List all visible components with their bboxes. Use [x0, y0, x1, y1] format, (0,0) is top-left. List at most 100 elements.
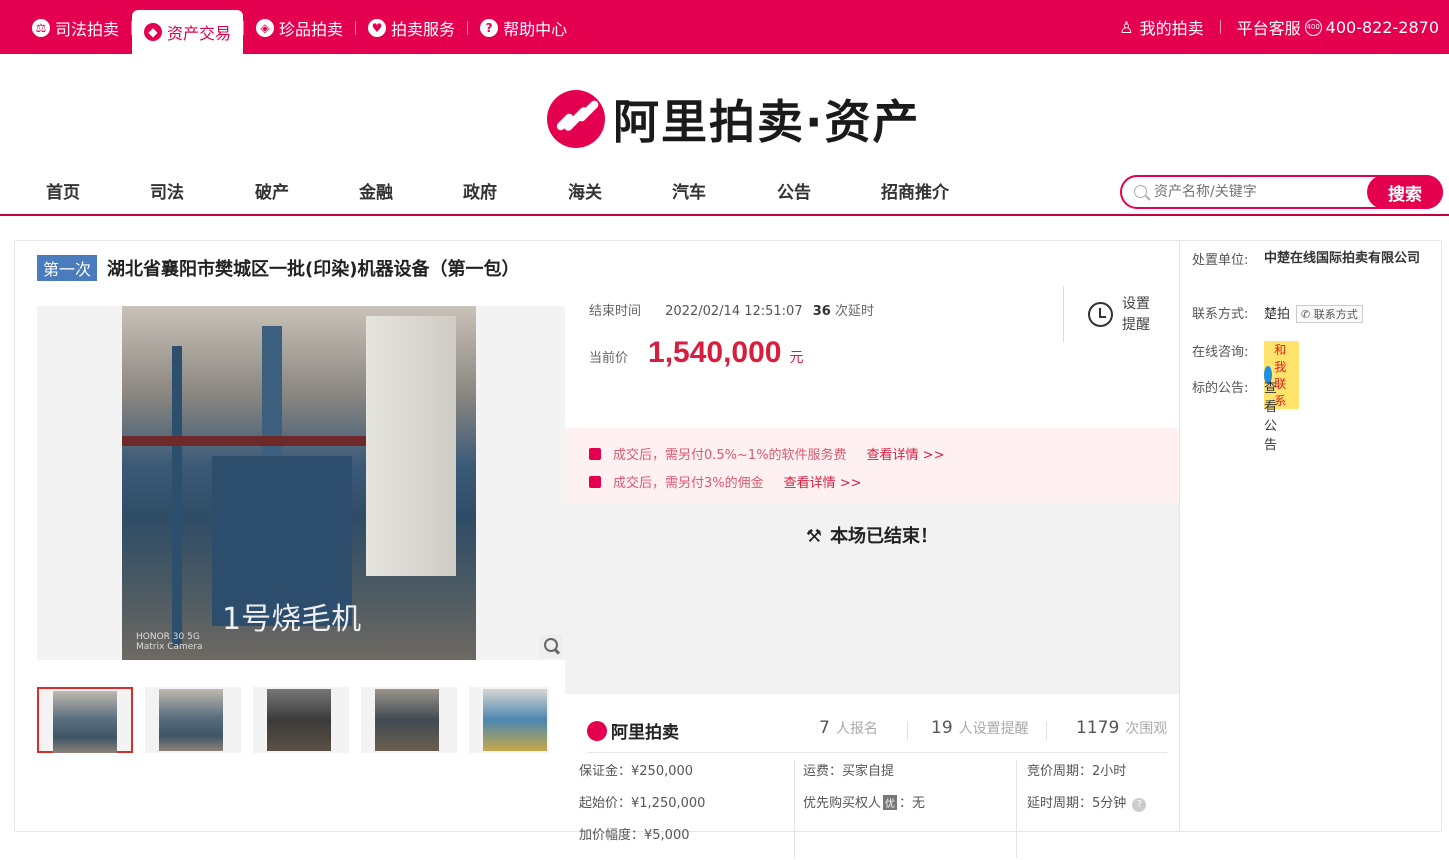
- search-icon: [1134, 185, 1147, 198]
- nav-bankruptcy[interactable]: 破产: [255, 178, 289, 203]
- search-button[interactable]: 搜索: [1367, 175, 1443, 209]
- reminder-label: 人设置提醒: [958, 721, 1029, 737]
- notice-icon: [589, 447, 601, 460]
- topnav-label: 珍品拍卖: [279, 20, 344, 39]
- top-bar: ⚖ 司法拍卖 ◆ 资产交易 ◈ 珍品拍卖 ♥ 拍卖服务 ? 帮助中心 ♙ 我的拍卖 平台客…: [0, 0, 1449, 54]
- thumbnail[interactable]: [145, 687, 241, 753]
- brand-logo: 阿里拍卖: [587, 718, 679, 743]
- service-label[interactable]: 平台客服: [1237, 15, 1301, 39]
- nav-investment[interactable]: 招商推介: [881, 178, 949, 203]
- contact-button[interactable]: ✆ 联系方式: [1296, 305, 1363, 323]
- view-count: 1179 次围观: [1076, 718, 1167, 738]
- divider: [907, 722, 908, 740]
- nav-auto[interactable]: 汽车: [672, 178, 706, 203]
- topnav-label: 帮助中心: [503, 20, 568, 39]
- question-icon: ?: [480, 19, 499, 37]
- topnav-treasure[interactable]: ◈ 珍品拍卖: [244, 10, 355, 46]
- gavel-icon: ⚒: [805, 526, 823, 547]
- thumbnail[interactable]: [37, 687, 133, 753]
- seller-info: 处置单位: 中楚在线国际拍卖有限公司 联系方式: 楚拍 ✆ 联系方式 在线咨询: …: [1179, 241, 1443, 831]
- reminder-label: 设置 提醒: [1122, 294, 1150, 336]
- priority-value: ：无: [899, 796, 926, 811]
- thumbnail[interactable]: [253, 687, 349, 753]
- phone-icon: 400: [1304, 18, 1322, 36]
- fee-line: 成交后，需另付3%的佣金 查看详情 >>: [589, 472, 862, 491]
- topnav-asset[interactable]: ◆ 资产交易: [132, 10, 244, 54]
- divider: [587, 752, 1167, 753]
- ended-message: ⚒ 本场已结束！: [565, 522, 1179, 548]
- thumbnail-strip: [37, 687, 549, 753]
- main-image[interactable]: 1号烧毛机 HONOR 30 5G Matrix Camera: [37, 306, 565, 660]
- fee-text: 成交后，需另付0.5%~1%的软件服务费: [613, 448, 847, 463]
- contact-label: 联系方式:: [1192, 307, 1249, 322]
- nav-notice[interactable]: 公告: [777, 178, 811, 203]
- end-time-row: 结束时间 2022/02/14 12:51:07 36 次延时: [589, 300, 874, 319]
- logo-icon: [547, 90, 605, 148]
- help-icon[interactable]: ?: [1132, 798, 1147, 812]
- top-right: ♙ 我的拍卖 平台客服 400 400-822-2870: [1119, 0, 1439, 54]
- item-photo: 1号烧毛机 HONOR 30 5G Matrix Camera: [122, 306, 476, 660]
- zoom-icon[interactable]: [539, 634, 563, 658]
- fee-detail-link[interactable]: 查看详情 >>: [784, 472, 862, 491]
- reminder-line1: 设置: [1122, 296, 1150, 312]
- brand-icon: [587, 720, 607, 741]
- notice-icon: [589, 475, 601, 488]
- title-row: 第一次 湖北省襄阳市樊城区一批(印染)机器设备（第一包）: [37, 255, 519, 281]
- terms-col: 运费：买家自提 优先购买权人优：无: [803, 760, 1017, 858]
- nav-finance[interactable]: 金融: [359, 178, 393, 203]
- user-icon: ♙: [1119, 17, 1134, 37]
- nav-judicial[interactable]: 司法: [150, 178, 184, 203]
- fee-text: 成交后，需另付3%的佣金: [613, 476, 764, 491]
- terms-col: 保证金：¥250,000 起始价：¥1,250,000 加价幅度：¥5,000: [579, 760, 795, 858]
- reminder-count: 19 人设置提醒: [931, 718, 1029, 738]
- signup-label: 人报名: [835, 721, 878, 737]
- freight: 运费：买家自提: [803, 764, 895, 779]
- disposal-unit-label: 处置单位:: [1192, 253, 1249, 268]
- heart-icon: ♥: [368, 19, 387, 37]
- delay-label: 次延时: [834, 304, 874, 319]
- search-input[interactable]: [1154, 181, 1364, 203]
- top-nav: ⚖ 司法拍卖 ◆ 资产交易 ◈ 珍品拍卖 ♥ 拍卖服务 ? 帮助中心: [20, 10, 579, 54]
- thumbnail[interactable]: [361, 687, 457, 753]
- auction-detail: 第一次 湖北省襄阳市樊城区一批(印染)机器设备（第一包） 1号烧毛机 HONOR…: [14, 240, 1443, 858]
- increment: 加价幅度：¥5,000: [579, 828, 690, 843]
- topnav-label: 拍卖服务: [391, 20, 456, 39]
- court-icon: ⚖: [32, 19, 50, 37]
- search-box: 搜索: [1120, 175, 1443, 209]
- divider: [1046, 722, 1047, 740]
- item-title: 湖北省襄阳市樊城区一批(印染)机器设备（第一包）: [107, 259, 520, 280]
- my-auction-link[interactable]: 我的拍卖: [1140, 15, 1204, 39]
- asset-icon: ◆: [144, 23, 163, 41]
- set-reminder-button[interactable]: 设置 提醒: [1063, 286, 1179, 342]
- priority-tag: 优: [883, 795, 898, 810]
- deposit: 保证金：¥250,000: [579, 764, 694, 779]
- contact-button-label: 联系方式: [1313, 308, 1358, 321]
- main-nav: 首页 司法 破产 金融 政府 海关 汽车 公告 招商推介 搜索: [0, 166, 1449, 216]
- fee-detail-link[interactable]: 查看详情 >>: [867, 444, 945, 463]
- nav-customs[interactable]: 海关: [568, 178, 602, 203]
- view-label: 次围观: [1125, 721, 1168, 737]
- photo-caption: 1号烧毛机: [222, 602, 362, 637]
- nav-home[interactable]: 首页: [46, 178, 80, 203]
- contact-value: 楚拍: [1264, 307, 1291, 322]
- ended-panel: ⚒ 本场已结束！: [565, 504, 1179, 694]
- priority-label: 优先购买权人: [803, 796, 882, 811]
- alarm-clock-icon: [1088, 302, 1113, 327]
- fee-line: 成交后，需另付0.5%~1%的软件服务费 查看详情 >>: [589, 444, 944, 463]
- thumbnail[interactable]: [469, 687, 549, 753]
- divider: [1219, 20, 1221, 34]
- end-label: 结束时间: [589, 304, 642, 319]
- round-badge: 第一次: [37, 255, 98, 281]
- consult-label: 在线咨询:: [1192, 345, 1249, 360]
- site-logo[interactable]: 阿里拍卖·资产: [547, 86, 920, 152]
- chat-label: 和我联系: [1274, 343, 1287, 408]
- topnav-judicial[interactable]: ⚖ 司法拍卖: [20, 10, 131, 46]
- phone-small-icon: ✆: [1301, 308, 1314, 321]
- topnav-service[interactable]: ♥ 拍卖服务: [356, 10, 467, 46]
- nav-government[interactable]: 政府: [463, 178, 497, 203]
- gem-icon: ◈: [256, 19, 275, 37]
- topnav-help[interactable]: ? 帮助中心: [468, 10, 579, 46]
- view-value: 1179: [1076, 718, 1120, 738]
- view-notice-link[interactable]: 查看公告: [1264, 377, 1277, 453]
- watermark-line1: HONOR 30 5G: [136, 632, 200, 642]
